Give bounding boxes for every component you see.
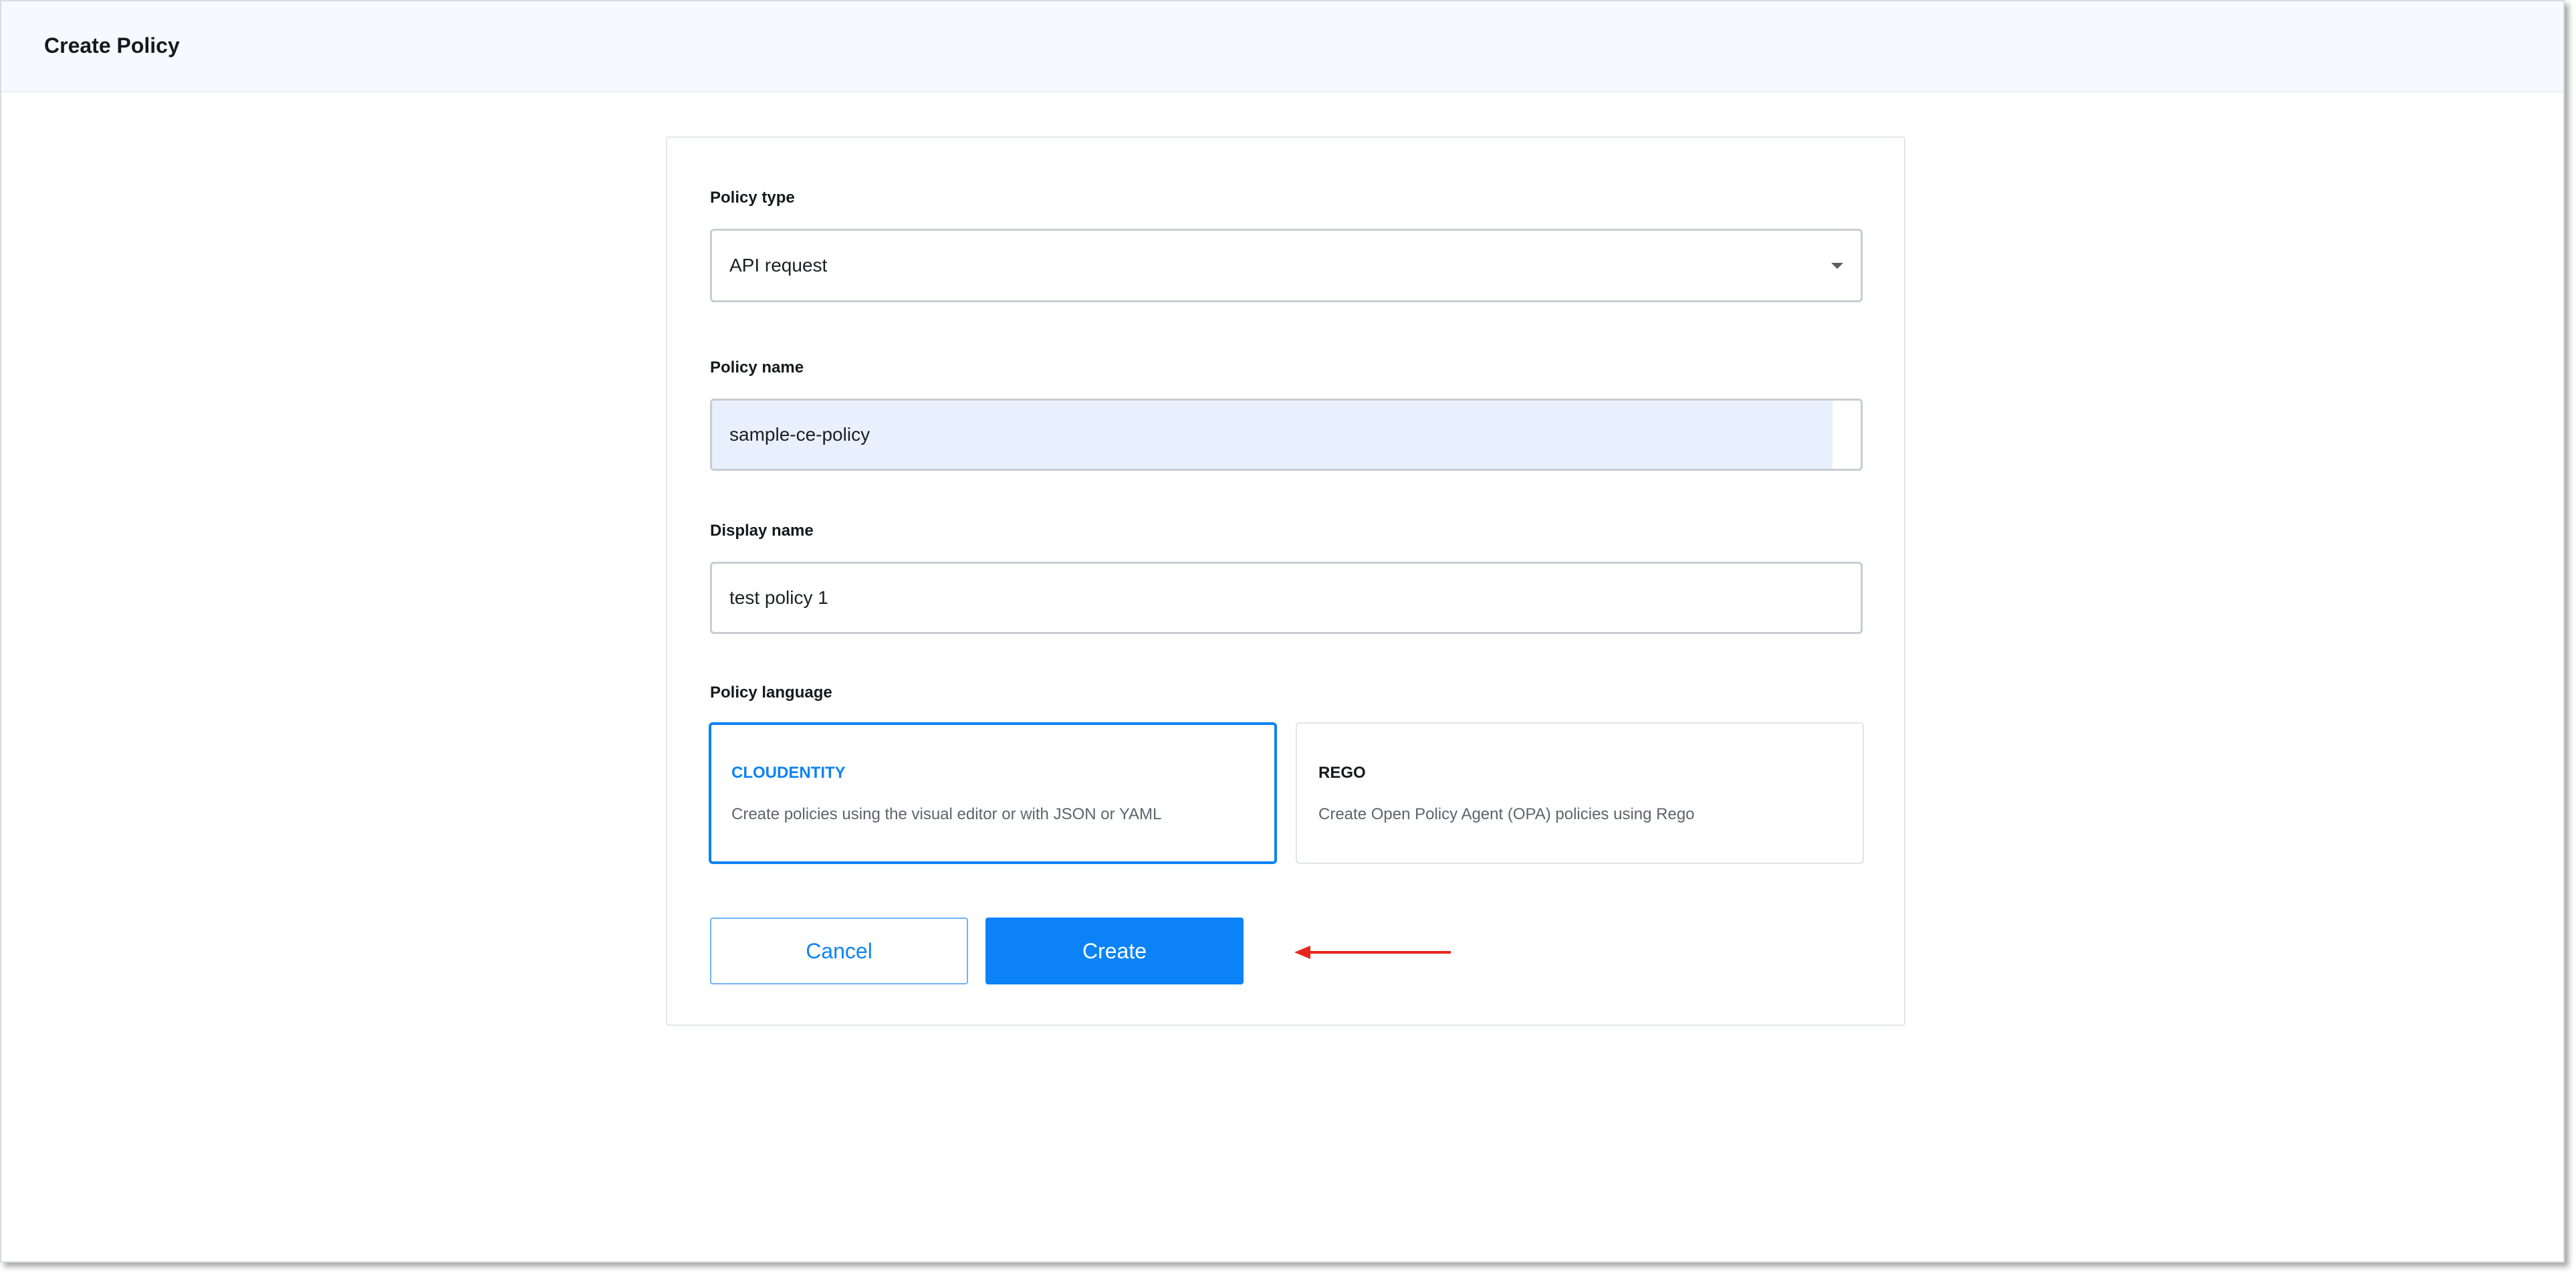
language-option-rego[interactable]: REGO Create Open Policy Agent (OPA) poli… bbox=[1296, 722, 1864, 864]
chevron-down-icon bbox=[1831, 263, 1843, 269]
policy-language-label: Policy language bbox=[710, 683, 832, 702]
language-option-title: REGO bbox=[1318, 764, 1366, 782]
language-option-description: Create policies using the visual editor … bbox=[731, 805, 1162, 823]
policy-name-input[interactable]: sample-ce-policy bbox=[710, 399, 1863, 471]
policy-type-value: API request bbox=[729, 255, 828, 276]
policy-name-value: sample-ce-policy bbox=[729, 424, 870, 445]
display-name-value: test policy 1 bbox=[729, 587, 828, 608]
language-option-title: CLOUDENTITY bbox=[731, 764, 846, 782]
app-window: Create Policy Policy type API request Po… bbox=[0, 0, 2565, 1263]
display-name-label: Display name bbox=[710, 522, 814, 540]
display-name-input[interactable]: test policy 1 bbox=[710, 562, 1863, 634]
policy-type-select[interactable]: API request bbox=[710, 229, 1863, 302]
create-button[interactable]: Create bbox=[985, 918, 1244, 984]
create-policy-form: Policy type API request Policy name samp… bbox=[666, 136, 1905, 1026]
language-option-cloudentity[interactable]: CLOUDENTITY Create policies using the vi… bbox=[709, 722, 1277, 864]
autofill-highlight bbox=[712, 401, 1833, 469]
page-header: Create Policy bbox=[1, 1, 2563, 92]
policy-type-label: Policy type bbox=[710, 189, 795, 207]
page-title: Create Policy bbox=[44, 33, 180, 58]
arrow-left-icon bbox=[1294, 946, 1451, 959]
policy-name-label: Policy name bbox=[710, 358, 804, 377]
cancel-button[interactable]: Cancel bbox=[710, 918, 968, 984]
language-option-description: Create Open Policy Agent (OPA) policies … bbox=[1318, 805, 1695, 823]
